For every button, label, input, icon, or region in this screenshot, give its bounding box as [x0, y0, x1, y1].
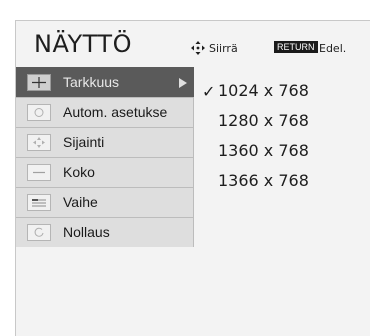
- resolution-option[interactable]: 1366 x 768: [202, 171, 362, 197]
- four-way-arrow-icon: [191, 41, 205, 55]
- resolution-option-label: 1360 x 768: [218, 141, 309, 160]
- reset-icon: [27, 224, 51, 241]
- menu-item-label: Autom. asetukse: [63, 104, 168, 120]
- size-icon: [27, 164, 51, 181]
- menu-item-label: Nollaus: [63, 224, 110, 240]
- auto-config-icon: [27, 104, 51, 121]
- position-icon: [27, 134, 51, 151]
- resolution-icon: [27, 74, 51, 91]
- menu-item-koko[interactable]: Koko: [16, 157, 194, 187]
- submenu-arrow-icon: [179, 78, 187, 88]
- menu-item-autom-asetukset[interactable]: Autom. asetukse: [16, 97, 194, 127]
- resolution-option[interactable]: 1360 x 768: [202, 141, 362, 167]
- menu-item-label: Tarkkuus: [63, 74, 120, 90]
- menu-item-tarkkuus[interactable]: Tarkkuus: [16, 67, 194, 97]
- menu-item-vaihe[interactable]: Vaihe: [16, 187, 194, 217]
- menu-item-label: Koko: [63, 164, 95, 180]
- resolution-option-label: 1366 x 768: [218, 171, 309, 190]
- menu-title: NÄYTTÖ: [34, 30, 132, 58]
- back-hint-label: Edel.: [319, 42, 347, 55]
- menu-item-label: Vaihe: [63, 194, 98, 210]
- checkmark-icon: ✓: [202, 82, 216, 101]
- resolution-option[interactable]: ✓ 1024 x 768: [202, 81, 362, 107]
- resolution-option-label: 1280 x 768: [218, 111, 309, 130]
- resolution-option[interactable]: 1280 x 768: [202, 111, 362, 137]
- menu-header: NÄYTTÖ Siirrä RETURN Edel.: [16, 21, 370, 67]
- phase-icon: [27, 194, 51, 211]
- resolution-option-label: 1024 x 768: [218, 81, 309, 100]
- return-key-badge: RETURN: [274, 41, 318, 53]
- move-hint-label: Siirrä: [209, 42, 238, 55]
- osd-menu-panel: NÄYTTÖ Siirrä RETURN Edel. Tarkkuus Auto…: [15, 20, 370, 336]
- menu-item-nollaus[interactable]: Nollaus: [16, 217, 194, 247]
- menu-item-label: Sijainti: [63, 134, 105, 150]
- menu-item-sijainti[interactable]: Sijainti: [16, 127, 194, 157]
